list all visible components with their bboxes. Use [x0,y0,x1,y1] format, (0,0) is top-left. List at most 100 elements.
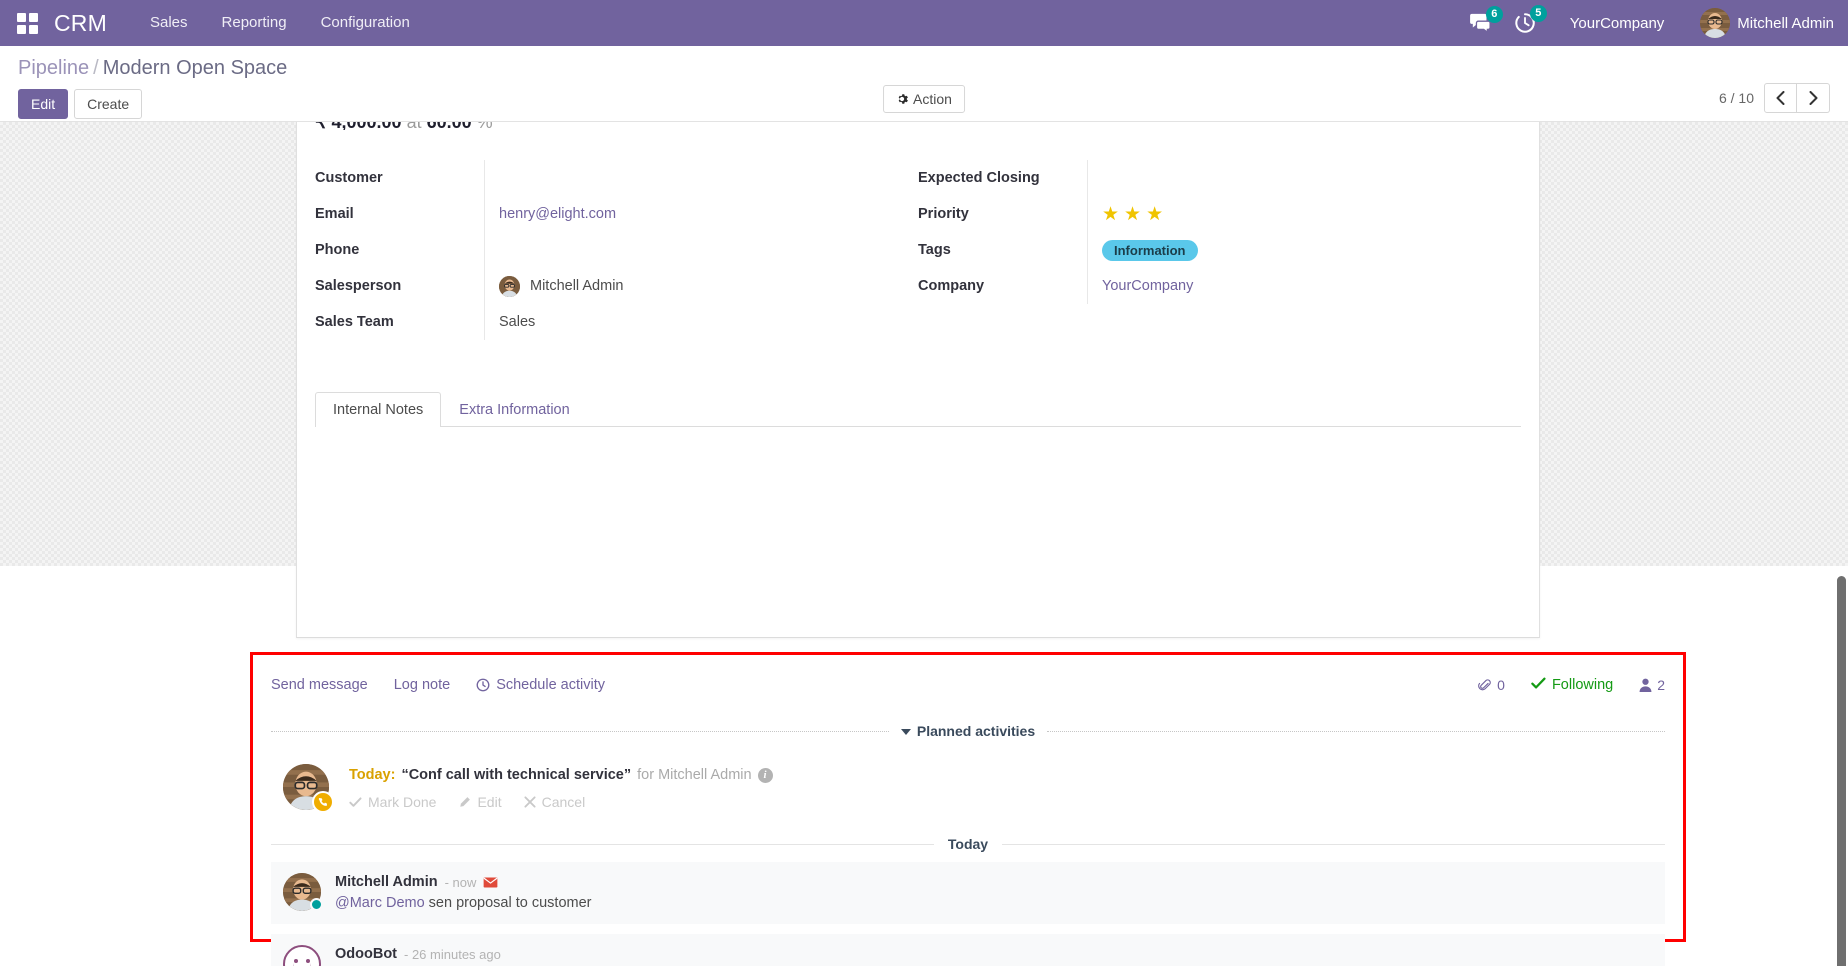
avatar [499,275,520,297]
followers-count: 2 [1657,677,1665,693]
menu-reporting[interactable]: Reporting [205,0,304,46]
record-pager: 6 / 10 [1719,83,1830,113]
field-company: Company YourCompany [918,268,1521,304]
field-value-sales-team[interactable]: Sales [485,304,535,340]
mention-marc-demo[interactable]: @Marc Demo [335,895,425,911]
breadcrumb-pipeline[interactable]: Pipeline [18,57,89,79]
pager-count: 6 / 10 [1718,90,1754,106]
activity-assigned-to: for Mitchell Admin [637,767,752,783]
company-switcher[interactable]: YourCompany [1570,15,1665,32]
star-icon-2[interactable]: ★ [1124,205,1141,224]
followers-button[interactable]: 2 [1639,677,1665,693]
messages-icon[interactable]: 6 [1469,6,1503,33]
field-value-tags[interactable]: Information [1088,232,1198,268]
avatar [283,945,321,966]
field-label-customer: Customer [315,160,485,196]
form-scroll-area: ₹ 4,000.00 at 60.00 % Customer Email hen… [0,122,1848,966]
mark-done-button[interactable]: Mark Done [349,794,436,810]
message-timestamp: - 26 minutes ago [404,946,501,962]
attachment-count: 0 [1497,677,1505,693]
field-value-customer[interactable] [485,160,499,196]
following-label: Following [1551,677,1614,693]
day-separator-line-left [271,843,934,845]
info-icon[interactable]: i [757,767,773,783]
vertical-scrollbar[interactable] [1837,576,1846,966]
pencil-icon [458,794,471,810]
mark-done-label: Mark Done [368,794,437,810]
message-avatar-wrapper: ❤ [283,945,321,966]
field-value-priority[interactable]: ★ ★ ★ [1088,196,1163,232]
planned-activities-separator: Planned activities [271,723,1665,739]
create-button[interactable]: Create [74,89,143,119]
avatar [1700,8,1731,38]
field-value-salesperson[interactable]: Mitchell Admin [485,268,623,304]
send-message-button[interactable]: Send message [271,677,368,693]
message-body: Mitchell Admin - now @Marc Demo sen prop… [335,873,592,911]
notebook-tab-list: Internal Notes Extra Information [315,392,1521,427]
field-label-company: Company [918,268,1088,304]
message-header: OdooBot - 26 minutes ago [335,946,501,962]
breadcrumb-current: Modern Open Space [102,57,288,79]
following-button[interactable]: Following [1531,677,1613,693]
message-author: OdooBot [335,946,398,962]
revenue-amount: 4,000.00 [331,122,401,130]
salesperson-name: Mitchell Admin [530,278,624,294]
schedule-activity-label: Schedule activity [496,677,605,693]
top-navbar: CRM Sales Reporting Configuration 6 5 Yo… [0,0,1848,46]
log-note-button[interactable]: Log note [394,677,450,693]
user-icon [1639,677,1652,693]
log-note-label: Log note [393,677,451,693]
notebook-page-internal-notes[interactable] [315,427,1521,497]
app-brand-crm[interactable]: CRM [54,10,107,37]
menu-configuration[interactable]: Configuration [304,0,427,46]
edit-activity-button[interactable]: Edit [458,794,502,810]
odoo-crm-window: CRM Sales Reporting Configuration 6 5 Yo… [0,0,1848,966]
field-tags: Tags Information [918,232,1521,268]
field-value-email[interactable]: henry@elight.com [485,196,616,232]
tab-internal-notes[interactable]: Internal Notes [315,392,442,427]
control-panel: Pipeline / Modern Open Space Edit Create A… [0,46,1848,122]
pager-previous-button[interactable] [1764,83,1797,113]
user-name-label: Mitchell Admin [1737,14,1834,32]
edit-button[interactable]: Edit [18,89,69,119]
chatter-highlight-box: Send message Log note Schedule activity [250,652,1686,966]
field-phone: Phone [315,232,918,268]
check-icon [349,794,362,810]
planned-activities-label: Planned activities [916,723,1036,739]
schedule-activity-button[interactable]: Schedule activity [476,677,605,693]
breadcrumb-separator: / [93,57,99,79]
planned-activities-toggle[interactable]: Planned activities [889,723,1047,739]
field-customer: Customer [315,160,918,196]
field-sales-team: Sales Team Sales [315,304,918,340]
revenue-probability: 60.00 [427,122,472,130]
field-label-tags: Tags [918,232,1088,268]
activity-details: Today: “Conf call with technical service… [349,764,773,810]
star-icon-3[interactable]: ★ [1146,205,1163,224]
tag-information[interactable]: Information [1102,239,1198,261]
tab-extra-information[interactable]: Extra Information [441,392,587,427]
separator-line-right [1047,730,1665,732]
online-status-icon [310,898,323,911]
form-field-groups: Customer Email henry@elight.com Phone Sa… [297,122,1539,340]
field-value-company[interactable]: YourCompany [1088,268,1193,304]
field-value-phone[interactable] [485,232,499,268]
apps-grid-icon[interactable] [10,12,44,34]
action-button[interactable]: Action [883,85,965,113]
activity-item: Today: “Conf call with technical service… [271,764,1665,813]
user-menu[interactable]: Mitchell Admin [1700,8,1834,38]
day-separator: Today [271,836,1666,852]
priority-stars[interactable]: ★ ★ ★ [1102,205,1163,224]
pager-next-button[interactable] [1797,83,1830,113]
attachments-button[interactable]: 0 [1478,677,1505,693]
activity-summary: “Conf call with technical service” [401,767,632,783]
cancel-activity-button[interactable]: Cancel [524,794,585,810]
field-value-expected-closing[interactable] [1088,160,1102,196]
paperclip-icon [1478,677,1492,693]
message-text-body: sen proposal to customer [424,895,592,911]
activity-title-row: Today: “Conf call with technical service… [349,767,773,783]
form-sheet: ₹ 4,000.00 at 60.00 % Customer Email hen… [296,122,1540,638]
activities-clock-icon[interactable]: 5 [1514,5,1547,34]
menu-sales[interactable]: Sales [133,0,205,46]
field-email: Email henry@elight.com [315,196,918,232]
star-icon-1[interactable]: ★ [1102,205,1119,224]
